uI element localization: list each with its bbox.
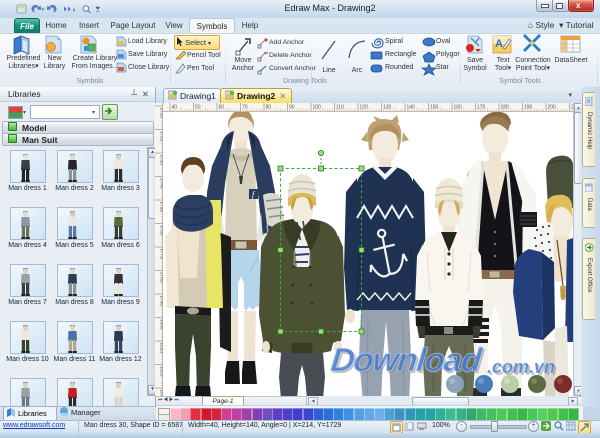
svg-text:110: 110 [336,105,344,111]
svg-text:160: 160 [454,105,463,111]
svg-text:A: A [495,38,503,50]
svg-text:120: 120 [360,105,369,111]
svg-text:200: 200 [548,105,557,111]
svg-text:100: 100 [313,105,322,111]
svg-text:150: 150 [430,105,439,111]
svg-text:Download: Download [329,342,484,379]
svg-text:170: 170 [477,105,486,111]
svg-text:130: 130 [383,105,392,111]
svg-text:.com.vn: .com.vn [487,357,555,377]
svg-text:190: 190 [524,105,533,111]
svg-text:180: 180 [501,105,510,111]
svg-text:140: 140 [407,105,416,111]
